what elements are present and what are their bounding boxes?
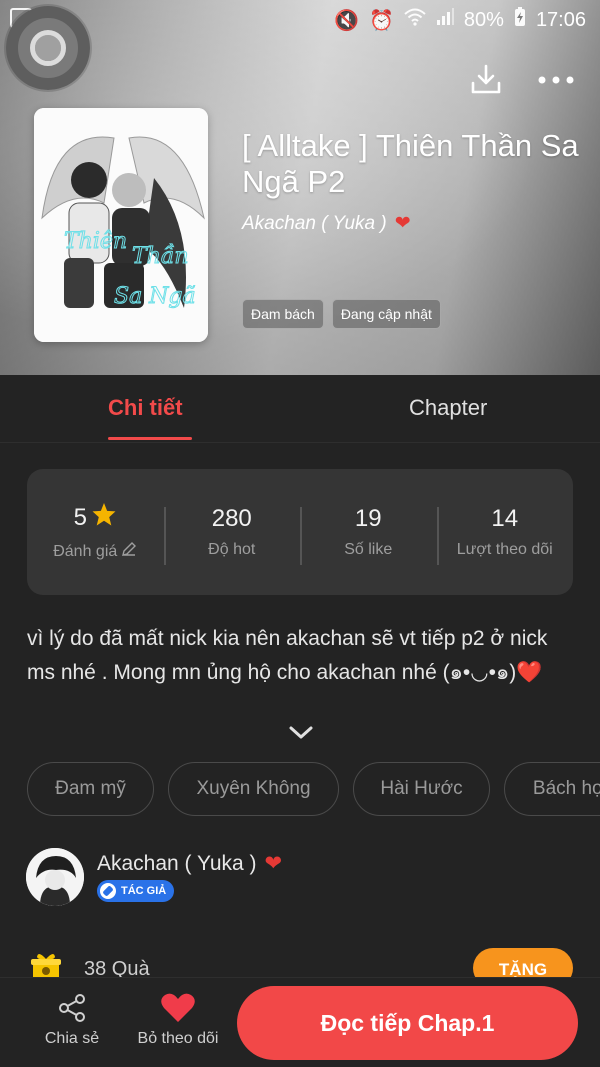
clock-time: 17:06 — [535, 8, 586, 31]
bottom-action-bar: Chia sẻ Bỏ theo dõi Đọc tiếp Chap.1 — [0, 977, 600, 1067]
category-chip[interactable]: Hài Hước — [353, 762, 490, 816]
wifi-icon — [404, 8, 426, 32]
verified-badge-icon — [100, 883, 116, 899]
category-chip[interactable]: Bách hợp — [504, 762, 600, 816]
continue-reading-button[interactable]: Đọc tiếp Chap.1 — [237, 986, 578, 1060]
stat-follows-value: 14 — [491, 505, 519, 532]
tab-chapter[interactable]: Chapter — [409, 395, 487, 421]
stats-card: 5 Đánh giá 280 Độ hot 19 Số like 14 Lượt… — [27, 469, 573, 595]
tab-details[interactable]: Chi tiết — [108, 395, 183, 421]
author-name-row[interactable]: Akachan ( Yuka ) ❤ — [97, 851, 282, 876]
novel-header: 🔇 ⏰ 80% 17:06 Thiên Thần Sa Ngã [Alltak… — [0, 0, 600, 375]
heart-filled-icon — [132, 992, 224, 1024]
status-bar: 🔇 ⏰ 80% 17:06 — [0, 0, 600, 40]
stat-rating-value: 5 — [73, 503, 87, 531]
active-tab-indicator — [108, 437, 192, 440]
unfollow-label: Bỏ theo dõi — [137, 1030, 219, 1047]
stat-likes-value: 19 — [354, 505, 382, 532]
stat-hot: 280 Độ hot — [163, 505, 301, 565]
cover-title-line-2: Thần — [132, 243, 189, 269]
author-avatar[interactable] — [26, 848, 84, 906]
stat-follows: 14 Lượt theo dõi — [436, 505, 574, 565]
category-chips: Đam mỹ Xuyên Không Hài Hước Bách hợp — [27, 762, 600, 818]
status-tag: Đang cập nhật — [331, 299, 441, 329]
category-chip[interactable]: Xuyên Không — [168, 762, 339, 816]
battery-percent: 80% — [463, 8, 504, 31]
header-actions — [466, 60, 576, 100]
stat-rating-label: Đánh giá — [53, 542, 118, 560]
stat-hot-label: Độ hot — [208, 541, 256, 558]
author-name: Akachan ( Yuka ) — [97, 851, 257, 875]
stat-likes-label: Số like — [344, 541, 393, 558]
share-label: Chia sẻ — [44, 1030, 100, 1047]
novel-title: [ Alltake ] Thiên Thần Sa Ngã P2 — [242, 128, 579, 199]
stat-rating-label-row: Đánh giá — [27, 541, 164, 562]
genre-tag: Đam bách — [242, 299, 324, 329]
novel-description: vì lý do đã mất nick kia nên akachan sẽ … — [27, 627, 548, 684]
tab-bar: Chi tiết Chapter — [0, 375, 600, 443]
star-icon — [91, 502, 117, 533]
unfollow-button[interactable]: Bỏ theo dõi — [132, 992, 224, 1048]
cover-title-line-3: Sa Ngã — [114, 284, 196, 309]
battery-charging-icon — [514, 7, 526, 33]
cover-image: Thiên Thần Sa Ngã — [34, 108, 208, 342]
heart-emoji-icon: ❤ — [264, 852, 283, 875]
share-button[interactable]: Chia sẻ — [40, 992, 104, 1048]
gift-icon — [30, 952, 62, 980]
download-icon[interactable] — [466, 60, 506, 100]
stat-hot-value: 280 — [211, 505, 252, 532]
cover-title-line-1: Thiên — [64, 229, 127, 254]
more-options-icon[interactable] — [536, 60, 576, 100]
mute-icon: 🔇 — [334, 9, 359, 32]
expand-chevron-icon[interactable] — [287, 722, 315, 742]
category-chip[interactable]: Đam mỹ — [27, 762, 154, 816]
share-icon — [40, 992, 104, 1024]
author-badge-label: TÁC GIẢ — [121, 885, 167, 897]
heart-emoji-icon: ❤ — [394, 213, 411, 234]
gift-row: 38 Quà TẶNG — [30, 948, 590, 988]
stat-follows-label: Lượt theo dõi — [456, 541, 553, 558]
author-badge: TÁC GIẢ — [97, 880, 175, 902]
edit-pencil-icon — [121, 541, 137, 562]
alarm-icon: ⏰ — [369, 9, 394, 32]
novel-author-name: Akachan ( Yuka ) — [242, 212, 387, 234]
signal-icon — [436, 8, 454, 32]
novel-author[interactable]: Akachan ( Yuka ) ❤ — [242, 212, 411, 235]
stat-rating-value-row: 5 — [27, 502, 164, 533]
stat-rating[interactable]: 5 Đánh giá — [27, 502, 164, 562]
assistive-touch-button[interactable] — [6, 6, 90, 90]
stat-likes: 19 Số like — [300, 505, 437, 565]
genre-tags: Đam bách Đang cập nhật — [242, 299, 441, 329]
assistive-touch-ring — [30, 30, 66, 66]
